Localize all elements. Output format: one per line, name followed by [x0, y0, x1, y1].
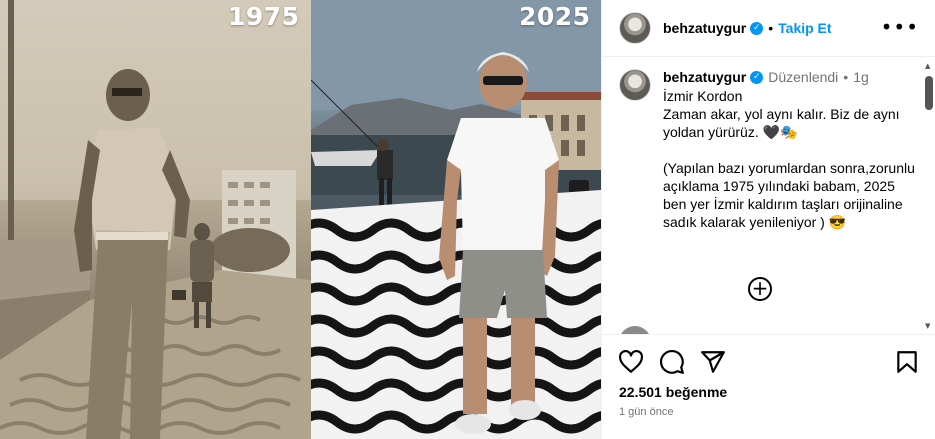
verified-badge-icon: ✓ [750, 70, 764, 84]
likes-count[interactable]: 22.501 beğenme [619, 384, 727, 400]
caption-age[interactable]: 1g [853, 69, 869, 85]
post-sidebar: behzatuygur ✓ • Takip Et ••• behzatuygur… [601, 0, 935, 439]
photo-2025-illustration [311, 0, 601, 439]
photo-1975-illustration [0, 0, 311, 439]
load-more-comments-button[interactable]: + [748, 277, 772, 301]
header-separator: • [768, 20, 774, 36]
post-media[interactable]: 1975 2025 [0, 0, 601, 439]
caption-body: behzatuygur ✓ Düzenlendi • 1g İzmir Kord… [663, 69, 920, 231]
verified-badge-icon: ✓ [750, 21, 764, 35]
comment-icon[interactable] [659, 349, 685, 375]
caption: behzatuygur ✓ Düzenlendi • 1g İzmir Kord… [602, 58, 935, 231]
more-options-icon[interactable]: ••• [881, 17, 919, 37]
post-timestamp[interactable]: 1 gün önce [619, 406, 673, 418]
author-avatar[interactable] [619, 12, 651, 44]
instagram-post: 1975 2025 behzatuygur ✓ • Takip Et ••• b… [0, 0, 935, 439]
next-comment-avatar[interactable] [619, 326, 651, 334]
comments-section[interactable]: behzatuygur ✓ Düzenlendi • 1g İzmir Kord… [602, 58, 935, 334]
action-bar [618, 349, 726, 375]
follow-button[interactable]: Takip Et [778, 20, 831, 36]
photo-1975: 1975 [0, 0, 311, 439]
caption-avatar[interactable] [619, 69, 651, 101]
caption-separator: • [843, 69, 849, 85]
edited-label: Düzenlendi [768, 69, 839, 85]
caption-text: İzmir Kordon Zaman akar, yol aynı kalır.… [663, 88, 915, 230]
post-header: behzatuygur ✓ • Takip Et ••• [602, 0, 935, 57]
year-label-1975: 1975 [228, 2, 300, 31]
photo-2025: 2025 [311, 0, 601, 439]
year-label-2025: 2025 [519, 2, 591, 31]
caption-meta: behzatuygur ✓ Düzenlendi • 1g [663, 69, 920, 85]
scroll-up-icon[interactable]: ▲ [925, 62, 930, 70]
comments-scrollbar[interactable]: ▲ ▼ [925, 62, 933, 330]
share-icon[interactable] [700, 349, 726, 375]
author-username[interactable]: behzatuygur [663, 20, 746, 36]
post-actions: 22.501 beğenme 1 gün önce [602, 334, 935, 439]
scroll-down-icon[interactable]: ▼ [925, 322, 930, 330]
caption-username[interactable]: behzatuygur [663, 69, 746, 85]
scroll-thumb[interactable] [925, 76, 933, 110]
heart-icon[interactable] [618, 349, 644, 375]
bookmark-icon[interactable] [894, 349, 920, 375]
